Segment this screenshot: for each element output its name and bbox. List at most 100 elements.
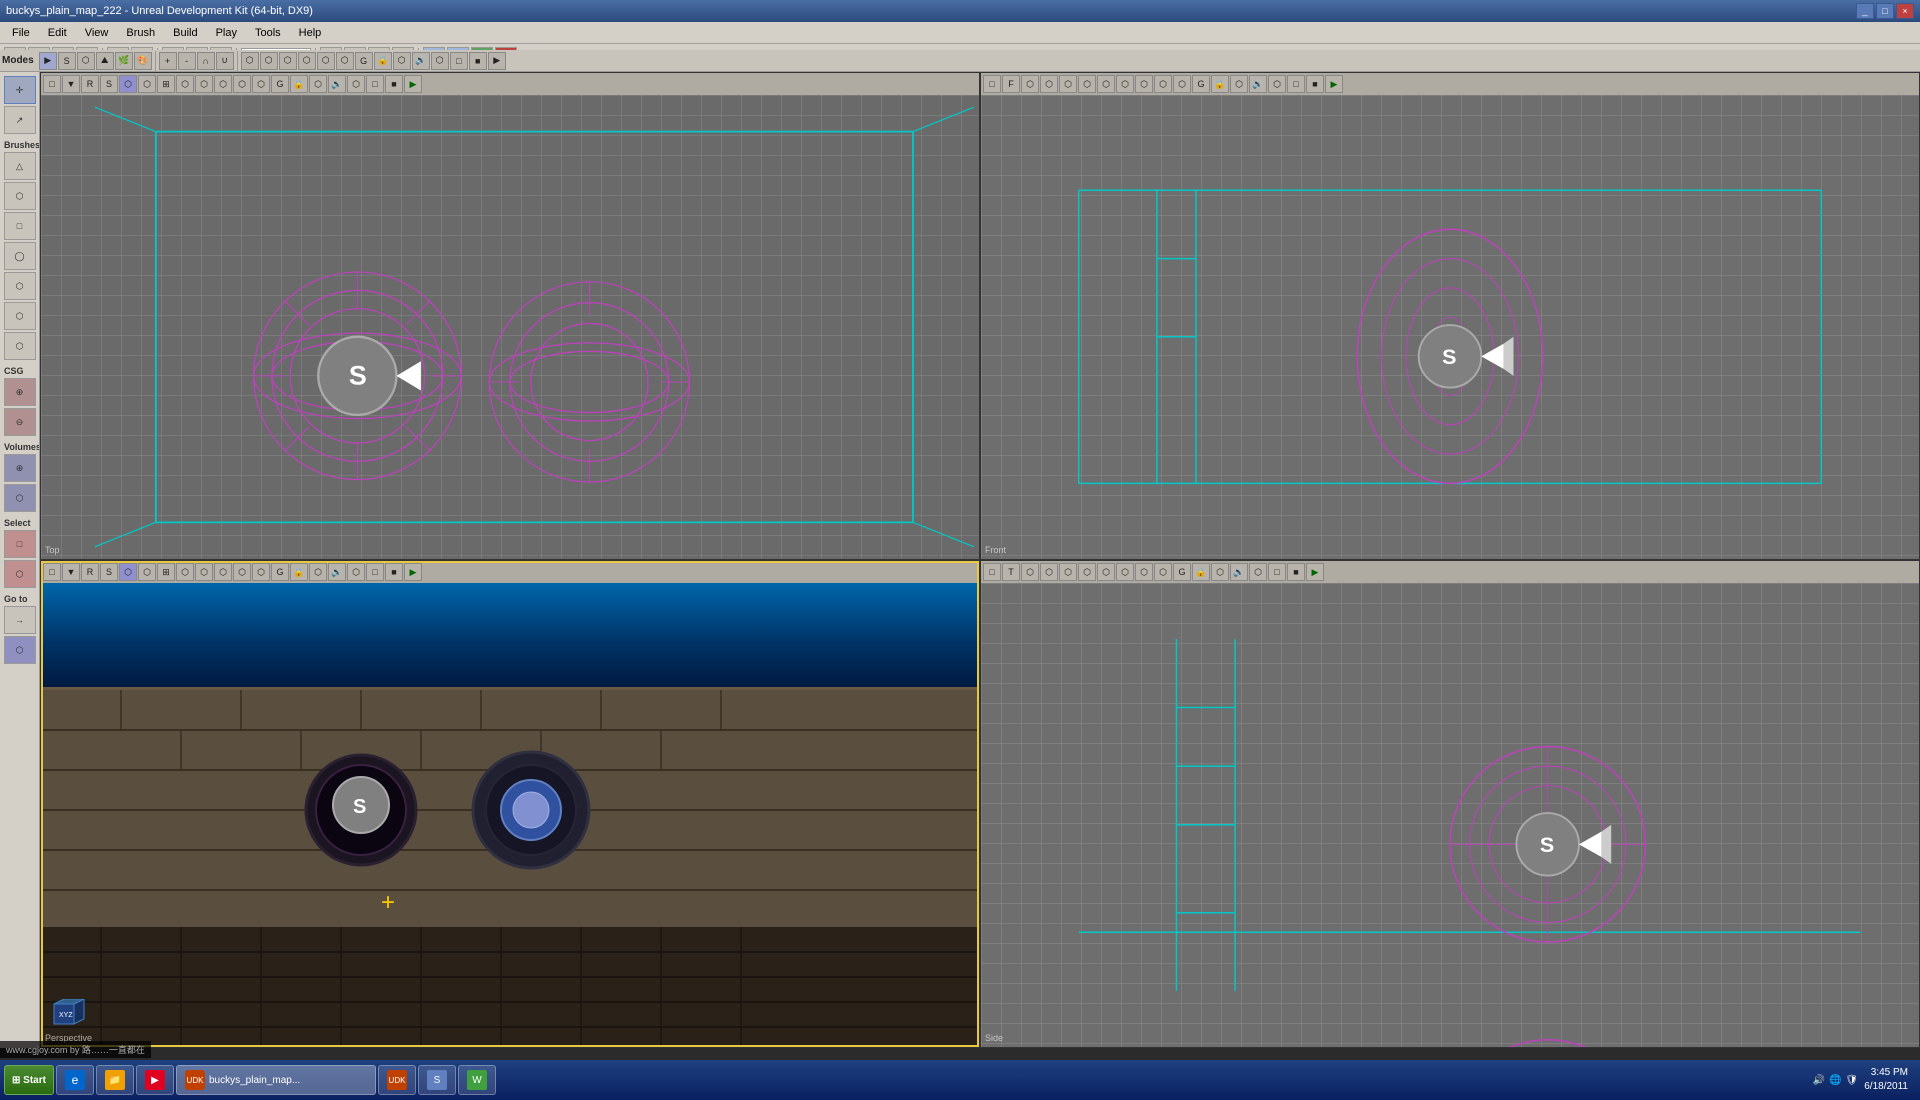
close-button[interactable]: ×	[1896, 3, 1914, 19]
brush-subtract[interactable]: -	[178, 52, 196, 70]
menu-view[interactable]: View	[77, 25, 117, 41]
vp-persp-wire[interactable]: ⬡	[138, 563, 156, 581]
taskbar-app3[interactable]: S	[418, 1065, 456, 1095]
vp-side-lock[interactable]: 🔒	[1192, 563, 1210, 581]
minimize-button[interactable]: _	[1856, 3, 1874, 19]
vp-opt1[interactable]: ⬡	[176, 75, 194, 93]
brush-cone-btn[interactable]: ⬡	[4, 182, 36, 210]
vp-side-view[interactable]: T	[1002, 563, 1020, 581]
mode-paint[interactable]: 🎨	[134, 52, 152, 70]
vp-front-play[interactable]: ▶	[1325, 75, 1343, 93]
mode-btn18[interactable]: ▶	[488, 52, 506, 70]
viewport-top[interactable]: □ ▼ R S ⬡ ⬡ ⊞ ⬡ ⬡ ⬡ ⬡ ⬡ G 🔒 ⬡ 🔊 ⬡ □ ■ ▶	[40, 72, 980, 560]
vp-lit-btn[interactable]: ⬡	[119, 75, 137, 93]
vp-side-btn3[interactable]: ⬡	[1059, 563, 1077, 581]
mode-btn8[interactable]: ⬡	[298, 52, 316, 70]
mode-texture[interactable]: ⬡	[77, 52, 95, 70]
goto-btn[interactable]: →	[4, 606, 36, 634]
mode-btn10[interactable]: ⬡	[336, 52, 354, 70]
mode-btn17[interactable]: ■	[469, 52, 487, 70]
menu-brush[interactable]: Brush	[118, 25, 163, 41]
vp-opt4[interactable]: ⬡	[233, 75, 251, 93]
brush-add[interactable]: +	[159, 52, 177, 70]
menu-play[interactable]: Play	[208, 25, 245, 41]
vp-side-max[interactable]: □	[983, 563, 1001, 581]
vp-side-btn4[interactable]: ⬡	[1078, 563, 1096, 581]
taskbar-app4[interactable]: W	[458, 1065, 496, 1095]
vp-side-btn14[interactable]: ■	[1287, 563, 1305, 581]
viewport-side[interactable]: □ T ⬡ ⬡ ⬡ ⬡ ⬡ ⬡ ⬡ ⬡ G 🔒 ⬡ 🔊 ⬡ □ ■ ▶	[980, 560, 1920, 1048]
menu-tools[interactable]: Tools	[247, 25, 289, 41]
vp-side-btn12[interactable]: ⬡	[1249, 563, 1267, 581]
vp-side-btn11[interactable]: 🔊	[1230, 563, 1248, 581]
vp-side-btn10[interactable]: ⬡	[1211, 563, 1229, 581]
brush-sphere-btn[interactable]: ◯	[4, 242, 36, 270]
left-move-btn[interactable]: ↗	[4, 106, 36, 134]
vp-persp-show[interactable]: S	[100, 563, 118, 581]
viewport-perspective[interactable]: □ ▼ R S ⬡ ⬡ ⊞ ⬡ ⬡ ⬡ ⬡ ⬡ G 🔒 ⬡ 🔊 ⬡ □ ■ ▶	[40, 560, 980, 1048]
csg-subtract-btn[interactable]: ⊖	[4, 408, 36, 436]
mode-btn7[interactable]: ⬡	[279, 52, 297, 70]
goto2-btn[interactable]: ⬡	[4, 636, 36, 664]
vp-persp-play[interactable]: ▶	[404, 563, 422, 581]
vp-opt8[interactable]: 🔊	[328, 75, 346, 93]
mode-btn13[interactable]: ⬡	[393, 52, 411, 70]
mode-btn16[interactable]: □	[450, 52, 468, 70]
vp-play-btn[interactable]: ▶	[404, 75, 422, 93]
vp-front-btn12[interactable]: ⬡	[1230, 75, 1248, 93]
left-select-btn[interactable]: ✛	[4, 76, 36, 104]
vp-opt11[interactable]: ■	[385, 75, 403, 93]
vp-front-btn15[interactable]: □	[1287, 75, 1305, 93]
vp-front-lock[interactable]: 🔒	[1211, 75, 1229, 93]
mode-foliage[interactable]: 🌿	[115, 52, 133, 70]
vp-persp-opt4[interactable]: ⬡	[233, 563, 251, 581]
mode-terrain[interactable]: ⛰	[96, 52, 114, 70]
mode-select[interactable]: ▶	[39, 52, 57, 70]
vp-persp-opt9[interactable]: ■	[385, 563, 403, 581]
mode-geometry[interactable]: S	[58, 52, 76, 70]
mode-btn12[interactable]: 🔒	[374, 52, 392, 70]
vp-front-btn8[interactable]: ⬡	[1135, 75, 1153, 93]
vp-side-btn13[interactable]: □	[1268, 563, 1286, 581]
vp-persp-lit[interactable]: ⬡	[119, 563, 137, 581]
taskbar-explorer[interactable]: 📁	[96, 1065, 134, 1095]
mode-btn15[interactable]: ⬡	[431, 52, 449, 70]
vp-side-btn7[interactable]: ⬡	[1135, 563, 1153, 581]
vp-front-btn6[interactable]: ⬡	[1097, 75, 1115, 93]
vp-grid-btn[interactable]: ⊞	[157, 75, 175, 93]
vp-opt7[interactable]: ⬡	[309, 75, 327, 93]
vp-persp-opt3[interactable]: ⬡	[214, 563, 232, 581]
vp-front-btn10[interactable]: ⬡	[1173, 75, 1191, 93]
taskbar-ie[interactable]: e	[56, 1065, 94, 1095]
vp-persp-opt6[interactable]: ⬡	[309, 563, 327, 581]
volume-sub-btn[interactable]: ⬡	[4, 484, 36, 512]
vp-persp-sound[interactable]: 🔊	[328, 563, 346, 581]
vp-opt5[interactable]: ⬡	[252, 75, 270, 93]
taskbar-media[interactable]: ▶	[136, 1065, 174, 1095]
brush-linear-btn[interactable]: ⬡	[4, 302, 36, 330]
vp-persp-opt8[interactable]: □	[366, 563, 384, 581]
menu-edit[interactable]: Edit	[40, 25, 75, 41]
vp-front-btn16[interactable]: ■	[1306, 75, 1324, 93]
select-none-btn[interactable]: ⬡	[4, 560, 36, 588]
vp-persp-real[interactable]: R	[81, 563, 99, 581]
vp-persp-opt7[interactable]: ⬡	[347, 563, 365, 581]
vp-persp-opt1[interactable]: ⬡	[176, 563, 194, 581]
mode-btn9[interactable]: ⬡	[317, 52, 335, 70]
vp-front-btn9[interactable]: ⬡	[1154, 75, 1172, 93]
vp-side-btn5[interactable]: ⬡	[1097, 563, 1115, 581]
start-button[interactable]: ⊞ Start	[4, 1065, 54, 1095]
vp-opt9[interactable]: ⬡	[347, 75, 365, 93]
volume-add-btn[interactable]: ⊕	[4, 454, 36, 482]
vp-side-play[interactable]: ▶	[1306, 563, 1324, 581]
menu-build[interactable]: Build	[165, 25, 205, 41]
vp-wire-btn[interactable]: ⬡	[138, 75, 156, 93]
vp-front-btn7[interactable]: ⬡	[1116, 75, 1134, 93]
vp-opt3[interactable]: ⬡	[214, 75, 232, 93]
menu-file[interactable]: File	[4, 25, 38, 41]
vp-side-btn2[interactable]: ⬡	[1040, 563, 1058, 581]
vp-front-btn11[interactable]: G	[1192, 75, 1210, 93]
mode-btn6[interactable]: ⬡	[260, 52, 278, 70]
vp-side-btn8[interactable]: ⬡	[1154, 563, 1172, 581]
brush-sheet-btn[interactable]: ⬡	[4, 272, 36, 300]
